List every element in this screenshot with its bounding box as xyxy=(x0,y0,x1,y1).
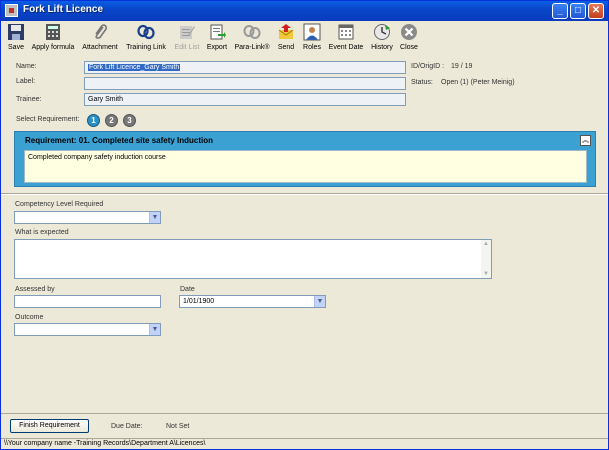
minimize-button[interactable]: _ xyxy=(552,3,568,19)
apply-formula-label: Apply formula xyxy=(31,44,75,51)
event-date-button[interactable]: Event Date xyxy=(327,23,365,51)
requirement-step-2[interactable]: 2 xyxy=(105,114,118,127)
trainee-field[interactable]: Gary Smith xyxy=(84,93,406,106)
expected-textarea[interactable]: ▲ ▼ xyxy=(14,239,492,279)
trainee-label: Trainee: xyxy=(16,96,42,103)
label-label: Label: xyxy=(16,78,36,85)
export-button[interactable]: Export xyxy=(205,23,229,51)
save-icon xyxy=(8,24,24,40)
chevron-down-icon[interactable]: ▼ xyxy=(314,296,325,307)
assessed-by-label: Assessed by xyxy=(15,286,55,293)
close-icon xyxy=(401,24,417,40)
requirement-step-1[interactable]: 1 xyxy=(87,114,100,127)
name-field[interactable]: Fork Lift Licence_Gary Smith xyxy=(84,61,406,74)
edit-list-icon xyxy=(180,26,195,39)
requirement-heading: Requirement: 01. Completed site safety I… xyxy=(25,136,214,145)
training-link-button[interactable]: Training Link xyxy=(125,23,167,51)
history-button[interactable]: History xyxy=(369,23,395,51)
export-icon xyxy=(210,24,226,40)
calculator-icon xyxy=(46,24,60,40)
select-requirement-label: Select Requirement: xyxy=(16,116,80,123)
outcome-select[interactable]: ▼ xyxy=(14,323,161,336)
window-title: Fork Lift Licence xyxy=(23,4,104,15)
close-button[interactable]: Close xyxy=(398,23,420,51)
outcome-label: Outcome xyxy=(15,314,44,321)
send-icon xyxy=(278,24,294,39)
name-label: Name: xyxy=(16,63,37,70)
apply-formula-button[interactable]: Apply formula xyxy=(31,23,75,51)
export-label: Export xyxy=(206,44,228,51)
requirement-step-3[interactable]: 3 xyxy=(123,114,136,127)
assessed-by-field[interactable] xyxy=(14,295,161,308)
due-date-label: Due Date: xyxy=(111,423,143,430)
close-label: Close xyxy=(400,44,418,51)
roles-label: Roles xyxy=(303,44,321,51)
id-value: 19 / 19 xyxy=(451,63,473,70)
requirement-description: Completed company safety induction cours… xyxy=(24,150,587,183)
status-label: Status: xyxy=(411,79,433,86)
collapse-icon[interactable]: ︽ xyxy=(580,135,591,146)
save-label: Save xyxy=(8,44,24,51)
para-link-label: Para-Link® xyxy=(234,44,270,51)
requirement-panel: Requirement: 01. Completed site safety I… xyxy=(14,131,596,187)
edit-list-button[interactable]: Edit List xyxy=(173,23,201,51)
status-value: Open (1) (Peter Meinig) xyxy=(441,79,515,86)
chevron-down-icon[interactable]: ▼ xyxy=(149,212,160,223)
edit-list-label: Edit List xyxy=(174,44,200,51)
maximize-button[interactable]: □ xyxy=(570,3,586,19)
calendar-icon xyxy=(338,24,354,40)
toolbar: Save Apply formula Attachment Training L… xyxy=(1,21,608,57)
paperclip-icon xyxy=(95,24,108,39)
id-label: ID/OrigID : xyxy=(411,63,445,70)
competency-select[interactable]: ▼ xyxy=(14,211,161,224)
label-field[interactable] xyxy=(84,77,406,90)
competency-label: Competency Level Required xyxy=(15,201,104,208)
send-button[interactable]: Send xyxy=(275,23,297,51)
training-link-label: Training Link xyxy=(126,44,166,51)
status-bar-path: \\Your company name -Training Records\De… xyxy=(1,438,608,450)
chain-link-icon xyxy=(137,24,155,40)
para-link-icon xyxy=(243,25,261,39)
date-picker[interactable]: 1/01/1900 ▼ xyxy=(179,295,326,308)
app-icon[interactable] xyxy=(5,4,18,17)
date-label: Date xyxy=(180,286,195,293)
footer-bar: Finish Requirement Due Date: Not Set xyxy=(1,413,608,437)
roles-icon xyxy=(303,23,321,41)
event-date-label: Event Date xyxy=(328,44,364,51)
para-link-button[interactable]: Para-Link® xyxy=(233,23,271,51)
attachment-button[interactable]: Attachment xyxy=(81,23,119,51)
history-label: History xyxy=(371,44,393,51)
licence-window: Fork Lift Licence _ □ ✕ Save Apply formu… xyxy=(0,0,609,450)
save-button[interactable]: Save xyxy=(5,23,27,51)
attachment-label: Attachment xyxy=(82,44,118,51)
chevron-down-icon[interactable]: ▼ xyxy=(149,324,160,335)
roles-button[interactable]: Roles xyxy=(301,23,323,51)
section-divider xyxy=(1,193,608,195)
memo-scrollbar[interactable]: ▲ ▼ xyxy=(481,240,491,278)
title-bar[interactable]: Fork Lift Licence _ □ ✕ xyxy=(1,1,608,21)
name-value: Fork Lift Licence_Gary Smith xyxy=(88,64,181,71)
due-date-value: Not Set xyxy=(166,423,190,430)
close-window-button[interactable]: ✕ xyxy=(588,3,604,19)
history-icon xyxy=(374,24,390,40)
finish-requirement-button[interactable]: Finish Requirement xyxy=(10,419,89,433)
send-label: Send xyxy=(277,44,295,51)
date-value: 1/01/1900 xyxy=(183,298,215,305)
expected-label: What is expected xyxy=(15,229,69,236)
